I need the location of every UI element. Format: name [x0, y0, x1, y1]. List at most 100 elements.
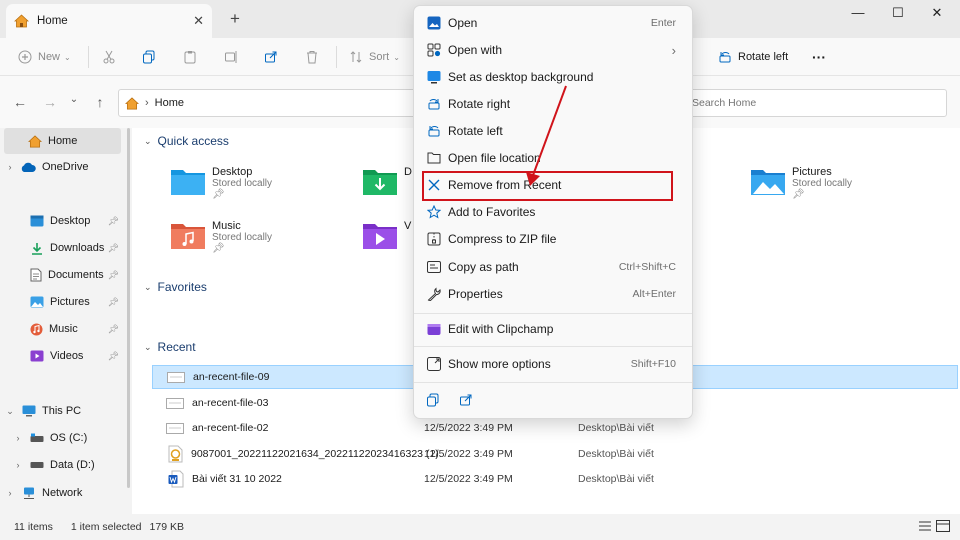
sidebar-item-label: Music — [49, 323, 78, 335]
pin-icon[interactable]: 📌︎ — [108, 243, 119, 254]
pin-icon[interactable]: 📌︎ — [108, 324, 119, 335]
sidebar-item-home[interactable]: Home — [4, 128, 121, 154]
sidebar-item-documents[interactable]: Documents 📌︎ — [4, 262, 121, 288]
sort-button[interactable]: Sort ⌄ — [349, 48, 400, 66]
menu-item-copy-as-path[interactable]: Copy as path Ctrl+Shift+C — [420, 254, 688, 280]
sidebar-item-label: Documents — [48, 269, 104, 281]
rename-button[interactable] — [224, 48, 238, 66]
menu-item-open[interactable]: Open Enter — [420, 10, 688, 36]
image-file-icon — [167, 371, 185, 383]
pin-icon[interactable]: 📌︎ — [108, 351, 119, 362]
sidebar-item-os-c[interactable]: › OS (C:) — [4, 425, 121, 451]
chevron-right-icon[interactable]: › — [12, 460, 24, 470]
favorites-header[interactable]: ⌄ Favorites — [144, 280, 207, 294]
sidebar-item-music[interactable]: Music 📌︎ — [4, 316, 121, 342]
context-menu: Open Enter Open with › Set as desktop ba… — [413, 5, 693, 419]
up-arrow-icon[interactable]: ↑ — [90, 94, 110, 110]
table-row[interactable]: 9087001_20221122021634_20221122023416323… — [152, 442, 958, 466]
desktop-icon — [30, 215, 44, 227]
sidebar-item-data-d[interactable]: › Data (D:) — [4, 452, 121, 478]
chevron-right-icon[interactable]: › — [4, 162, 16, 172]
details-view-icon[interactable] — [918, 520, 932, 532]
drive-icon — [30, 433, 44, 443]
more-options-button[interactable]: ··· — [812, 48, 826, 66]
menu-item-label: Copy as path — [448, 260, 519, 274]
new-button[interactable]: New ⌄ — [18, 48, 71, 66]
back-arrow-icon[interactable]: ← — [10, 94, 30, 110]
table-row[interactable]: an-recent-file-02 12/5/2022 3:49 PM Desk… — [152, 416, 958, 440]
recent-header[interactable]: ⌄ Recent — [144, 340, 196, 354]
chevron-right-icon[interactable]: › — [4, 488, 16, 498]
wallpaper-icon — [420, 70, 448, 84]
minimize-button[interactable]: — — [843, 4, 873, 22]
sidebar-item-videos[interactable]: Videos 📌︎ — [4, 343, 121, 369]
search-box[interactable] — [687, 89, 947, 117]
pin-icon: 📌︎ — [212, 189, 225, 200]
menu-item-shortcut: Enter — [650, 17, 676, 29]
menu-share-button[interactable] — [459, 393, 473, 407]
maximize-button[interactable]: ☐ — [883, 4, 913, 22]
quick-access-pictures[interactable]: Pictures Stored locally 📌︎ — [750, 166, 852, 200]
menu-item-compress-zip[interactable]: Compress to ZIP file — [420, 226, 688, 252]
rotate-left-button[interactable]: Rotate left — [718, 48, 788, 66]
sidebar-item-this-pc[interactable]: ⌄ This PC — [4, 398, 121, 424]
chevron-down-icon[interactable]: ⌄ — [64, 94, 84, 110]
pin-icon[interactable]: 📌︎ — [108, 216, 119, 227]
paste-button[interactable] — [183, 48, 197, 66]
new-tab-button[interactable]: + — [224, 9, 246, 31]
chevron-down-icon[interactable]: ⌄ — [4, 406, 16, 417]
pin-icon: 📌︎ — [792, 189, 805, 200]
sidebar-item-network[interactable]: › Network — [4, 480, 121, 506]
home-icon — [28, 134, 42, 148]
close-button[interactable]: ✕ — [922, 4, 952, 22]
quick-access-videos[interactable]: V — [362, 220, 411, 250]
cut-button[interactable] — [102, 48, 116, 66]
table-row[interactable]: Bài viết 31 10 2022 12/5/2022 3:49 PM De… — [152, 467, 958, 491]
menu-item-add-to-favorites[interactable]: Add to Favorites — [420, 199, 688, 225]
selection-size: 179 KB — [149, 521, 184, 533]
video-icon — [30, 350, 44, 362]
menu-item-open-with[interactable]: Open with › — [420, 37, 688, 63]
file-name: 9087001_20221122021634_20221122023416323… — [191, 448, 439, 460]
videos-folder-icon — [362, 220, 398, 250]
sidebar-item-onedrive[interactable]: › OneDrive — [4, 154, 121, 180]
search-input[interactable] — [688, 90, 928, 116]
rotate-right-icon — [420, 97, 448, 111]
sidebar-item-label: Data (D:) — [50, 459, 95, 471]
image-file-icon — [166, 397, 184, 409]
tab-close-icon[interactable]: ✕ — [193, 13, 204, 29]
tile-subtitle: Stored locally — [792, 178, 853, 189]
delete-button[interactable] — [305, 48, 319, 66]
quick-access-desktop[interactable]: Desktop Stored locally 📌︎ — [170, 166, 272, 200]
menu-item-edit-with-clipchamp[interactable]: Edit with Clipchamp — [420, 316, 688, 342]
sidebar-item-label: Network — [42, 487, 83, 499]
breadcrumb-location[interactable]: Home — [155, 97, 184, 109]
tab-home[interactable]: Home ✕ — [6, 4, 212, 38]
sidebar-item-desktop[interactable]: Desktop 📌︎ — [4, 208, 121, 234]
sidebar-item-label: Videos — [50, 350, 84, 362]
tiles-view-icon[interactable] — [936, 520, 950, 532]
tile-name: D — [404, 166, 412, 178]
quick-access-music[interactable]: Music Stored locally 📌︎ — [170, 220, 272, 254]
menu-copy-button[interactable] — [426, 393, 440, 407]
address-bar[interactable]: › Home — [118, 89, 418, 117]
item-count: 11 items — [14, 521, 53, 533]
quick-access-downloads[interactable]: D — [362, 166, 412, 196]
pin-icon[interactable]: 📌︎ — [108, 270, 119, 281]
sidebar-item-downloads[interactable]: Downloads 📌︎ — [4, 235, 121, 261]
chevron-down-icon: ⌄ — [144, 341, 152, 352]
forward-arrow-icon[interactable]: → — [40, 94, 60, 110]
breadcrumb-chevron-icon: › — [145, 97, 149, 109]
share-button[interactable] — [264, 48, 278, 66]
tab-title: Home — [37, 15, 68, 27]
pin-icon[interactable]: 📌︎ — [108, 297, 119, 308]
sidebar-item-pictures[interactable]: Pictures 📌︎ — [4, 289, 121, 315]
quick-access-header[interactable]: ⌄ Quick access — [144, 134, 229, 148]
chevron-right-icon[interactable]: › — [12, 433, 24, 443]
menu-item-show-more-options[interactable]: Show more options Shift+F10 — [420, 351, 688, 377]
sidebar-scrollbar[interactable] — [127, 128, 130, 488]
wrench-icon — [420, 287, 448, 301]
menu-item-properties[interactable]: Properties Alt+Enter — [420, 281, 688, 307]
copy-button[interactable] — [142, 48, 156, 66]
picture-icon — [30, 296, 44, 308]
